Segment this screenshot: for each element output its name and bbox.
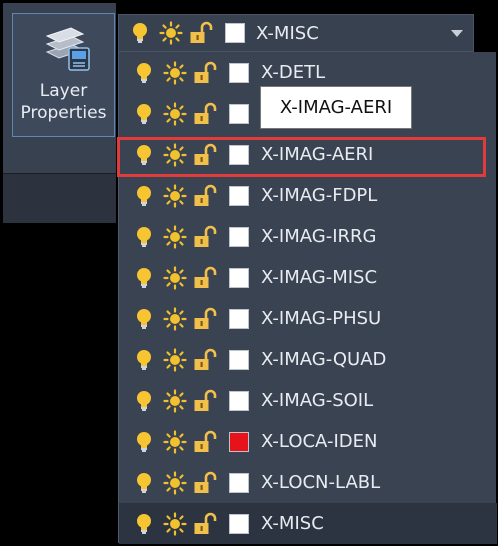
lightbulb-on-icon[interactable] xyxy=(133,512,155,536)
sun-thaw-icon[interactable] xyxy=(163,184,187,208)
layer-state-icons xyxy=(133,225,257,249)
unlock-icon[interactable] xyxy=(193,184,217,208)
sun-thaw-icon[interactable] xyxy=(163,102,187,126)
unlock-icon[interactable] xyxy=(193,102,217,126)
lightbulb-on-icon[interactable] xyxy=(133,61,155,85)
layer-combo-box[interactable]: X-MISC xyxy=(118,14,474,52)
sun-thaw-icon[interactable] xyxy=(163,430,187,454)
sun-thaw-icon[interactable] xyxy=(163,266,187,290)
layer-list-item[interactable]: X-IMAG-QUAD xyxy=(119,339,497,380)
layer-list-item[interactable]: X-IMAG-PHSU xyxy=(119,298,497,339)
unlock-icon[interactable] xyxy=(193,225,217,249)
color-swatch[interactable] xyxy=(229,268,249,288)
layer-properties-label: Layer Properties xyxy=(13,80,114,124)
tooltip: X-IMAG-AERI xyxy=(260,86,412,129)
unlock-icon[interactable] xyxy=(193,348,217,372)
sun-thaw-icon[interactable] xyxy=(163,143,187,167)
lightbulb-on-icon[interactable] xyxy=(133,184,155,208)
lightbulb-on-icon[interactable] xyxy=(133,430,155,454)
color-swatch[interactable] xyxy=(229,350,249,370)
layer-name: X-IMAG-MISC xyxy=(261,267,378,288)
layer-list-item[interactable]: X-LOCN-LABL xyxy=(119,462,497,503)
lightbulb-on-icon[interactable] xyxy=(133,471,155,495)
layer-state-icons xyxy=(133,430,257,454)
color-swatch[interactable] xyxy=(229,309,249,329)
lightbulb-on-icon[interactable] xyxy=(133,102,155,126)
sun-thaw-icon[interactable] xyxy=(163,471,187,495)
layer-list-item[interactable]: X-IMAG-MISC xyxy=(119,257,497,298)
unlock-icon[interactable] xyxy=(193,512,217,536)
layer-list-item[interactable]: X-MISC xyxy=(119,503,497,544)
layer-list-item[interactable]: X-LOCA-IDEN xyxy=(119,421,497,462)
unlock-icon[interactable] xyxy=(193,61,217,85)
unlock-icon[interactable] xyxy=(193,143,217,167)
layer-list-item[interactable]: X-IMAG-SOIL xyxy=(119,380,497,421)
layer-name: X-IMAG-SOIL xyxy=(261,390,374,411)
color-swatch[interactable] xyxy=(229,391,249,411)
unlock-icon[interactable] xyxy=(193,389,217,413)
layer-state-icons xyxy=(133,389,257,413)
unlock-icon[interactable] xyxy=(193,307,217,331)
layer-state-icons xyxy=(129,21,253,45)
sun-thaw-icon[interactable] xyxy=(163,61,187,85)
unlock-icon[interactable] xyxy=(189,21,213,45)
layer-name: X-MISC xyxy=(261,513,324,534)
color-swatch[interactable] xyxy=(229,104,249,124)
color-swatch[interactable] xyxy=(229,145,249,165)
lightbulb-on-icon[interactable] xyxy=(133,389,155,413)
layer-state-icons xyxy=(133,143,257,167)
lightbulb-on-icon[interactable] xyxy=(133,266,155,290)
layer-name: X-IMAG-QUAD xyxy=(261,349,387,370)
layer-list-item[interactable]: X-IMAG-AERI xyxy=(119,134,497,175)
color-swatch[interactable] xyxy=(229,514,249,534)
layer-ui-frame: Layer Properties X-MISC X-DETL X-IMAG-AE… xyxy=(0,0,498,546)
sun-thaw-icon[interactable] xyxy=(159,21,183,45)
current-layer-name: X-MISC xyxy=(256,23,319,44)
layer-list-item[interactable]: X-IMAG-IRRG xyxy=(119,216,497,257)
lightbulb-on-icon[interactable] xyxy=(133,307,155,331)
lightbulb-on-icon[interactable] xyxy=(129,21,151,45)
sun-thaw-icon[interactable] xyxy=(163,389,187,413)
color-swatch[interactable] xyxy=(229,186,249,206)
layer-state-icons xyxy=(133,512,257,536)
layer-list-item[interactable]: X-IMAG-FDPL xyxy=(119,175,497,216)
layer-properties-label-line2: Properties xyxy=(20,103,107,123)
layer-state-icons xyxy=(133,266,257,290)
layer-name: X-LOCN-LABL xyxy=(261,472,381,493)
layer-name: X-DETL xyxy=(261,62,326,83)
ribbon-panel-footer xyxy=(3,173,116,223)
color-swatch[interactable] xyxy=(229,432,249,452)
lightbulb-on-icon[interactable] xyxy=(133,225,155,249)
unlock-icon[interactable] xyxy=(193,430,217,454)
layer-name: X-IMAG-AERI xyxy=(261,144,374,165)
layer-state-icons xyxy=(133,102,257,126)
chevron-down-icon[interactable] xyxy=(451,30,463,37)
color-swatch[interactable] xyxy=(225,23,245,43)
unlock-icon[interactable] xyxy=(193,471,217,495)
sun-thaw-icon[interactable] xyxy=(163,348,187,372)
layer-name: X-IMAG-FDPL xyxy=(261,185,378,206)
color-swatch[interactable] xyxy=(229,473,249,493)
layer-state-icons xyxy=(133,61,257,85)
sun-thaw-icon[interactable] xyxy=(163,225,187,249)
layer-properties-icon xyxy=(45,27,90,71)
layer-properties-label-line1: Layer xyxy=(39,81,88,101)
layer-name: X-IMAG-IRRG xyxy=(261,226,377,247)
unlock-icon[interactable] xyxy=(193,266,217,290)
sun-thaw-icon[interactable] xyxy=(163,512,187,536)
color-swatch[interactable] xyxy=(229,63,249,83)
lightbulb-on-icon[interactable] xyxy=(133,348,155,372)
lightbulb-on-icon[interactable] xyxy=(133,143,155,167)
layer-state-icons xyxy=(133,307,257,331)
layer-state-icons xyxy=(133,348,257,372)
sun-thaw-icon[interactable] xyxy=(163,307,187,331)
layer-state-icons xyxy=(133,471,257,495)
layer-state-icons xyxy=(133,184,257,208)
layer-name: X-LOCA-IDEN xyxy=(261,431,378,452)
color-swatch[interactable] xyxy=(229,227,249,247)
layers-ribbon-panel: Layer Properties xyxy=(3,3,116,543)
layer-properties-button[interactable]: Layer Properties xyxy=(12,13,115,137)
layer-name: X-IMAG-PHSU xyxy=(261,308,382,329)
